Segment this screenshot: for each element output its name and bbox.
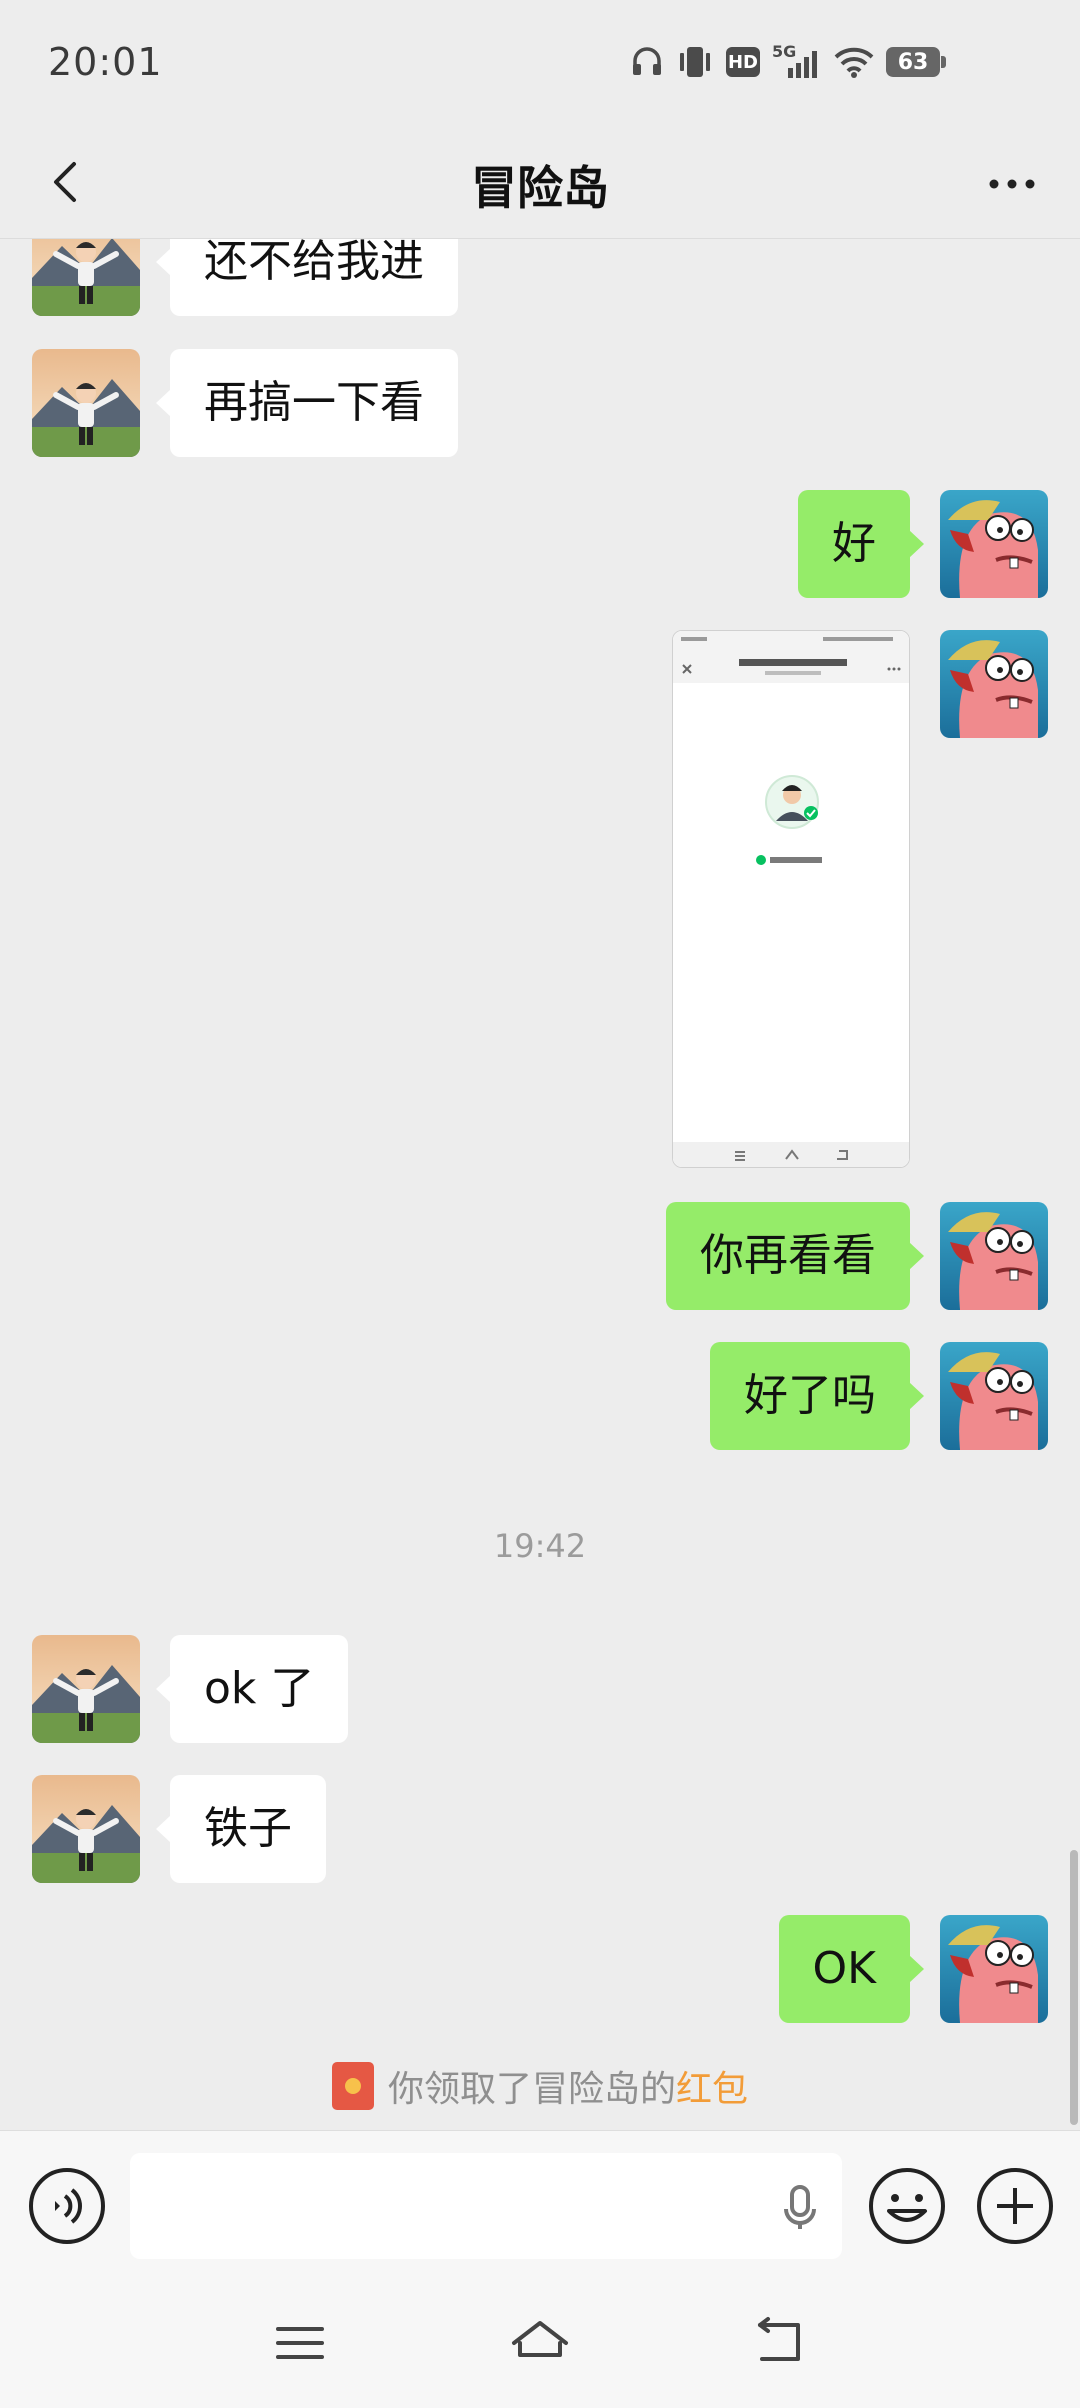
message-bubble[interactable]: 好了吗 [710, 1342, 924, 1450]
message-input[interactable] [130, 2153, 842, 2259]
menu-button[interactable] [268, 2311, 332, 2375]
hd-icon: HD [726, 47, 760, 77]
message-list[interactable]: 还不给我进 再搞一下看 好 你再看看 好了吗 19:42 ok 了 铁子 OK [0, 239, 1080, 2129]
contact-avatar[interactable] [32, 349, 140, 457]
system-notice: 你领取了冒险岛的红包 [0, 2060, 1080, 2112]
contact-avatar[interactable] [32, 239, 140, 316]
chat-header: 冒险岛 [0, 130, 1080, 239]
emoji-button[interactable] [864, 2163, 950, 2249]
chat-title: 冒险岛 [471, 161, 609, 215]
back-nav-button[interactable] [748, 2311, 812, 2375]
home-icon [512, 2321, 568, 2357]
my-avatar[interactable] [940, 1915, 1048, 2023]
notice-text: 你领取了冒险岛的 [387, 2069, 676, 2110]
voice-toggle-button[interactable] [24, 2163, 110, 2249]
status-icons: HD 5G 63 [630, 42, 946, 82]
red-packet-icon [331, 2062, 374, 2110]
message-bubble[interactable]: ok 了 [155, 1635, 349, 1743]
plus-icon [977, 2168, 1053, 2244]
message-bubble[interactable]: 你再看看 [666, 1202, 924, 1310]
battery-icon: 63 [886, 47, 946, 77]
message-bubble[interactable]: 好 [798, 490, 924, 598]
screenshot-thumbnail [673, 631, 909, 1167]
wifi-icon [834, 45, 874, 79]
home-button[interactable] [508, 2311, 572, 2375]
back-icon [758, 2317, 800, 2361]
more-button[interactable] [980, 152, 1044, 216]
my-avatar[interactable] [940, 1202, 1048, 1310]
headphones-icon [630, 45, 664, 79]
signal-5g-icon: 5G [772, 42, 822, 80]
my-avatar[interactable] [940, 630, 1048, 738]
message-timestamp: 19:42 [493, 1527, 587, 1565]
more-dots-icon [989, 179, 1035, 189]
message-bubble[interactable]: OK [778, 1915, 924, 2023]
add-button[interactable] [972, 2163, 1058, 2249]
red-packet-link[interactable]: 红包 [676, 2069, 748, 2110]
status-time: 20:01 [48, 40, 163, 84]
input-bar [0, 2130, 1080, 2281]
microphone-icon[interactable] [770, 2177, 830, 2237]
contact-avatar[interactable] [32, 1635, 140, 1743]
my-avatar[interactable] [940, 490, 1048, 598]
message-bubble[interactable]: 还不给我进 [156, 239, 458, 316]
contact-avatar[interactable] [32, 1775, 140, 1883]
message-bubble[interactable]: 铁子 [156, 1775, 326, 1883]
my-avatar[interactable] [940, 1342, 1048, 1450]
voice-toggle-icon [29, 2168, 105, 2244]
status-bar: 20:01 HD 5G 63 [0, 0, 1080, 130]
message-bubble[interactable]: 再搞一下看 [156, 349, 458, 457]
image-message[interactable] [672, 630, 910, 1168]
emoji-icon [869, 2168, 945, 2244]
menu-icon [276, 2327, 324, 2359]
vibrate-icon [676, 44, 714, 80]
system-navigation-bar [0, 2281, 1080, 2408]
